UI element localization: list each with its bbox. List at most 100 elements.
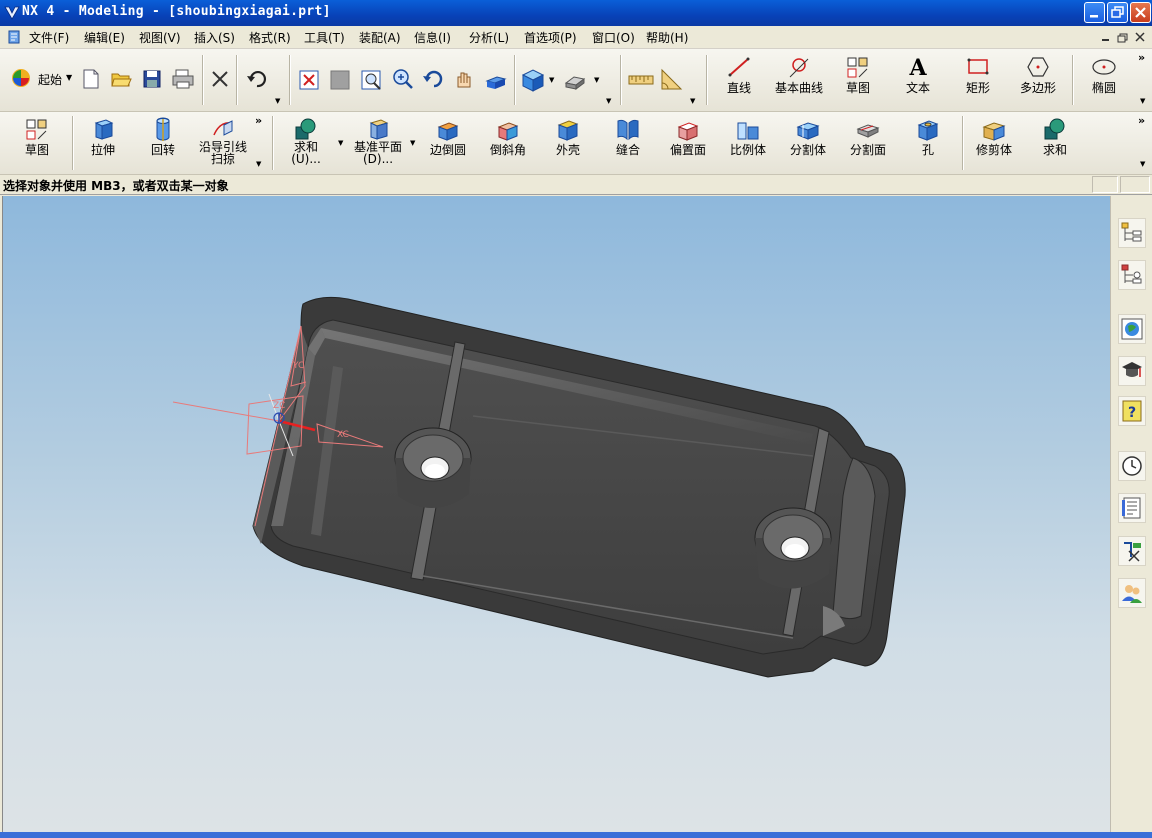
tool-scale-body[interactable]: 比例体 [726, 117, 770, 158]
menu-format[interactable]: 格式(R) [249, 29, 291, 46]
web-browser-tab[interactable] [1118, 314, 1146, 344]
chevron-down-icon[interactable]: ▼ [338, 139, 343, 147]
tool-extrude[interactable]: 拉伸 [84, 117, 122, 158]
help-tab[interactable]: ? [1118, 396, 1146, 426]
more-tools-icon[interactable]: » [1138, 114, 1145, 127]
tool-basic-curves[interactable]: 基本曲线 [770, 55, 828, 96]
tool-divide-face[interactable]: 分割面 [846, 117, 890, 158]
measure-distance-icon[interactable] [628, 71, 654, 89]
assembly-navigator-tab[interactable] [1118, 218, 1146, 248]
svg-text:?: ? [1128, 405, 1136, 421]
save-icon[interactable] [141, 68, 163, 90]
open-folder-icon[interactable] [110, 68, 132, 90]
menu-bar: 文件(F) 编辑(E) 视图(V) 插入(S) 格式(R) 工具(T) 装配(A… [0, 26, 1152, 49]
toolbar-options-icon[interactable]: ▼ [606, 97, 611, 105]
tool-chamfer[interactable]: 倒斜角 [488, 117, 528, 158]
menu-help[interactable]: 帮助(H) [646, 29, 688, 46]
menu-edit[interactable]: 编辑(E) [84, 29, 125, 46]
tool-ellipse-label: 椭圆 [1091, 81, 1116, 95]
tool-rectangle-label: 矩形 [965, 81, 990, 95]
tool-trim-body[interactable]: 修剪体 [972, 117, 1016, 158]
tool-offset-face[interactable]: 偏置面 [666, 117, 710, 158]
shaded-view-icon[interactable] [520, 67, 546, 93]
menu-window[interactable]: 窗口(O) [592, 29, 635, 46]
separator [514, 55, 516, 105]
menu-info[interactable]: 信息(I) [414, 29, 451, 46]
more-tools-icon[interactable]: » [255, 114, 262, 127]
tool-unite[interactable]: 求和 (U)... [286, 117, 326, 165]
toolbar-options-icon[interactable]: ▼ [1140, 160, 1145, 168]
menu-insert[interactable]: 插入(S) [194, 29, 235, 46]
rotate-icon[interactable] [422, 67, 446, 91]
tool-edge-blend[interactable]: 边倒圆 [428, 117, 468, 158]
tool-split-body-label: 分割体 [789, 143, 826, 157]
roles-tool-tab[interactable] [1118, 536, 1146, 566]
delete-icon[interactable] [209, 68, 231, 90]
part-body[interactable] [252, 296, 906, 678]
tool-unite-2[interactable]: 求和 [1036, 117, 1074, 158]
menu-preferences[interactable]: 首选项(P) [524, 29, 577, 46]
menu-analysis[interactable]: 分析(L) [469, 29, 509, 46]
boss-left[interactable] [394, 427, 472, 509]
tool-rectangle[interactable]: 矩形 [956, 55, 1000, 96]
tool-datum-plane[interactable]: 基准平面 (D)... [348, 117, 408, 165]
toolbar-options-icon[interactable]: ▼ [275, 97, 280, 105]
zoom-window-icon[interactable] [329, 69, 351, 91]
undo-icon[interactable] [245, 68, 269, 90]
toolbar-options-icon[interactable]: ▼ [1140, 97, 1145, 105]
start-button[interactable]: 起始 ▼ [10, 67, 72, 93]
new-file-icon[interactable] [80, 68, 102, 90]
print-icon[interactable] [171, 68, 195, 90]
menu-view[interactable]: 视图(V) [139, 29, 181, 46]
tool-line[interactable]: 直线 [713, 55, 765, 96]
part-navigator-tab[interactable] [1118, 260, 1146, 290]
zoom-in-out-icon[interactable] [391, 67, 415, 91]
tool-polygon[interactable]: 多边形 [1014, 55, 1062, 96]
taskbar-edge [0, 832, 1152, 838]
tool-split-body[interactable]: 分割体 [786, 117, 830, 158]
toolbar-options-icon[interactable]: ▼ [690, 97, 695, 105]
status-cell [1120, 176, 1150, 193]
tool-sketch[interactable]: 草图 [836, 55, 880, 96]
tool-ellipse[interactable]: 椭圆 [1082, 55, 1126, 96]
tool-sew[interactable]: 缝合 [608, 117, 648, 158]
tool-sketch-2[interactable]: 草图 [20, 117, 54, 158]
menu-file[interactable]: 文件(F) [29, 29, 69, 46]
more-tools-icon[interactable]: » [1138, 51, 1145, 64]
separator [272, 116, 274, 170]
restore-button[interactable] [1107, 2, 1128, 23]
reuse-library-tab[interactable] [1118, 493, 1146, 523]
tool-shell[interactable]: 外壳 [548, 117, 588, 158]
menu-assembly[interactable]: 装配(A) [359, 29, 401, 46]
zoom-box-icon[interactable] [360, 69, 384, 91]
toolbar-options-icon[interactable]: ▼ [256, 160, 261, 168]
graphics-window[interactable]: XC YC ZC [2, 196, 1111, 832]
start-icon [12, 69, 30, 87]
fit-view-icon[interactable] [298, 69, 320, 91]
document-icon[interactable] [6, 29, 22, 45]
history-tab[interactable] [1118, 451, 1146, 481]
mdi-controls[interactable] [1100, 31, 1148, 43]
help-icon: ? [1122, 400, 1142, 422]
tool-sketch-2-label: 草图 [24, 143, 49, 157]
roles-tab[interactable] [1118, 578, 1146, 608]
render-style-icon[interactable] [562, 69, 588, 91]
measure-angle-icon[interactable] [659, 67, 685, 93]
chevron-down-icon[interactable]: ▼ [594, 76, 599, 84]
chevron-down-icon[interactable]: ▼ [410, 139, 415, 147]
tool-hole[interactable]: 孔 [910, 117, 946, 158]
close-button[interactable] [1130, 2, 1151, 23]
tool-sweep-along-guide[interactable]: 沿导引线 扫掠 [196, 117, 250, 165]
minimize-button[interactable] [1084, 2, 1105, 23]
menu-tools[interactable]: 工具(T) [304, 29, 345, 46]
tool-text[interactable]: A 文本 [896, 55, 940, 96]
perspective-icon[interactable] [483, 69, 509, 91]
training-tab[interactable] [1118, 356, 1146, 386]
revolve-icon [156, 117, 170, 141]
tool-revolve[interactable]: 回转 [144, 117, 182, 158]
boss-right[interactable] [754, 507, 832, 589]
model-view[interactable]: XC YC ZC [3, 196, 1111, 832]
chevron-down-icon[interactable]: ▼ [549, 76, 554, 84]
status-bar: 选择对象并使用 MB3，或者双击某一对象 [0, 175, 1152, 195]
pan-icon[interactable] [452, 69, 478, 91]
